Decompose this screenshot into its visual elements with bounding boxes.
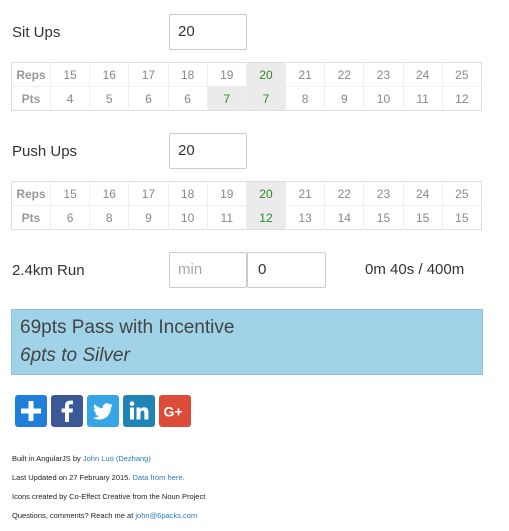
footer-updated-text: Last Updated on 27 February 2015.: [12, 473, 133, 482]
pushups-pts-cell: 15: [441, 205, 482, 230]
situps-pts-cell: 4: [49, 86, 90, 111]
footer-built-text: Built in AngularJS by: [12, 454, 83, 463]
pushups-pts-cell: 10: [167, 205, 208, 230]
pushups-pts-cell-selected: 12: [245, 205, 286, 230]
situps-pts-row: Pts 4 5 6 6 7 7 8 9 10 11 12: [11, 86, 482, 111]
situps-pts-cell-selected: 7: [245, 86, 286, 111]
situps-reps-cell: 15: [49, 62, 90, 87]
situps-pts-cell: 8: [285, 86, 325, 111]
situps-reps-cell: 25: [441, 62, 482, 87]
pushups-pts-cell: 8: [89, 205, 129, 230]
situps-reps-cell: 21: [285, 62, 325, 87]
result-panel: 69pts Pass with Incentive 6pts to Silver: [11, 309, 483, 375]
pushups-reps-cell: 25: [441, 181, 482, 206]
linkedin-icon: [129, 401, 149, 420]
pushups-pts-cell: 11: [206, 205, 247, 230]
pushups-reps-cell: 22: [324, 181, 364, 206]
situps-pts-cell: 6: [167, 86, 208, 111]
author-link[interactable]: John Luo (Dezhang): [83, 454, 151, 463]
twitter-share-button[interactable]: [87, 395, 119, 427]
situps-pts-cell: 6: [128, 86, 169, 111]
facebook-icon: [61, 400, 74, 422]
run-minutes-input[interactable]: min: [169, 252, 247, 288]
googleplus-share-button[interactable]: G+: [159, 395, 191, 427]
svg-text:G+: G+: [164, 404, 183, 420]
addthis-share-button[interactable]: [15, 395, 47, 427]
plus-icon: [21, 401, 41, 421]
run-seconds-input[interactable]: 0: [247, 252, 326, 288]
situps-reps-cell: 16: [89, 62, 129, 87]
pushups-pts-cell: 15: [402, 205, 443, 230]
footer-updated: Last Updated on 27 February 2015. Data f…: [12, 473, 185, 482]
situps-reps-cell: 17: [128, 62, 169, 87]
footer-built: Built in AngularJS by John Luo (Dezhang): [12, 454, 151, 463]
facebook-share-button[interactable]: [51, 395, 83, 427]
situps-reps-cell: 24: [402, 62, 443, 87]
footer-contact-text: Questions, comments? Reach me at: [12, 511, 136, 520]
pushups-reps-header: Reps: [16, 186, 46, 201]
run-label: 2.4km Run: [12, 262, 85, 279]
pushups-reps-cell: 15: [49, 181, 90, 206]
situps-table: Reps 15 16 17 18 19 20 21 22 23 24 25 Pt…: [11, 62, 482, 111]
situps-input[interactable]: 20: [169, 14, 247, 50]
pushups-reps-row: Reps 15 16 17 18 19 20 21 22 23 24 25: [12, 181, 482, 206]
data-source-link[interactable]: Data from here.: [133, 473, 185, 482]
result-next-tier: 6pts to Silver: [20, 345, 130, 366]
pushups-table: Reps 15 16 17 18 19 20 21 22 23 24 25 Pt…: [11, 181, 482, 230]
situps-pts-header: Pts: [11, 86, 51, 111]
situps-reps-cell-selected: 20: [245, 62, 286, 87]
situps-reps-row: Reps 15 16 17 18 19 20 21 22 23 24 25: [12, 62, 482, 87]
twitter-icon: [92, 403, 113, 420]
situps-pts-cell: 12: [441, 86, 482, 111]
pushups-pts-header: Pts: [11, 205, 51, 230]
email-link[interactable]: john@6packs.com: [135, 511, 197, 520]
pushups-reps-cell: 17: [128, 181, 169, 206]
situps-pts-cell: 10: [363, 86, 404, 111]
run-pace-readout: 0m 40s / 400m: [365, 261, 465, 278]
situps-pts-cell: 5: [89, 86, 129, 111]
pushups-pts-cell: 15: [363, 205, 404, 230]
situps-reps-header: Reps: [16, 67, 46, 82]
pushups-pts-cell: 13: [285, 205, 325, 230]
pushups-pts-cell: 6: [49, 205, 90, 230]
pushups-reps-cell: 16: [89, 181, 129, 206]
pushups-reps-cell: 24: [402, 181, 443, 206]
googleplus-icon: G+: [164, 404, 183, 420]
situps-pts-cell-selected: 7: [206, 86, 247, 111]
pushups-reps-cell: 23: [363, 181, 404, 206]
situps-reps-cell: 18: [167, 62, 208, 87]
footer-contact: Questions, comments? Reach me at john@6p…: [12, 511, 197, 520]
pushups-reps-cell-selected: 20: [245, 181, 286, 206]
pushups-reps-cell: 18: [167, 181, 208, 206]
pushups-reps-cell: 21: [285, 181, 325, 206]
situps-pts-cell: 9: [324, 86, 364, 111]
footer-icons-credit: Icons created by Co-Effect Creative from…: [12, 492, 206, 501]
situps-pts-cell: 11: [402, 86, 443, 111]
situps-label: Sit Ups: [12, 24, 61, 41]
pushups-reps-cell: 19: [206, 181, 247, 206]
situps-reps-cell: 22: [324, 62, 364, 87]
result-score: 69pts Pass with Incentive: [20, 317, 235, 338]
pushups-pts-cell: 14: [324, 205, 364, 230]
situps-reps-cell: 23: [363, 62, 404, 87]
linkedin-share-button[interactable]: [123, 395, 155, 427]
pushups-input[interactable]: 20: [169, 133, 247, 169]
pushups-label: Push Ups: [12, 143, 78, 160]
pushups-pts-cell: 9: [128, 205, 169, 230]
pushups-pts-row: Pts 6 8 9 10 11 12 13 14 15 15 15: [11, 205, 482, 230]
situps-reps-cell: 19: [206, 62, 247, 87]
